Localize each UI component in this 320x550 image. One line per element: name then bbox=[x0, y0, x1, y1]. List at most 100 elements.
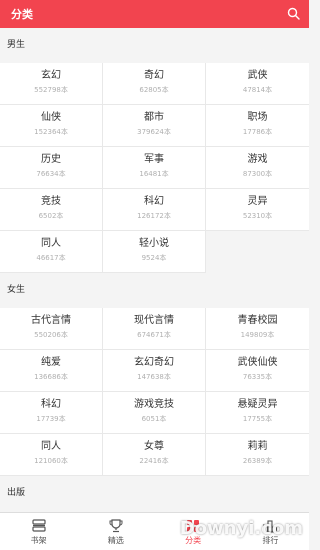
book-count: 9524本 bbox=[141, 254, 167, 262]
category-name: 同人 bbox=[41, 238, 61, 249]
book-count: 136686本 bbox=[34, 373, 68, 381]
book-count: 152364本 bbox=[34, 128, 68, 136]
bookshelf-icon bbox=[32, 519, 46, 532]
book-count: 126172本 bbox=[137, 212, 171, 220]
book-count: 76335本 bbox=[242, 373, 273, 381]
book-count: 76634本 bbox=[36, 170, 66, 178]
book-count: 550206本 bbox=[34, 331, 68, 339]
category-item[interactable]: 职场 17786本 bbox=[206, 105, 309, 147]
book-count: 17739本 bbox=[36, 415, 66, 423]
category-name: 科幻 bbox=[144, 196, 164, 207]
book-count: 26389本 bbox=[242, 457, 273, 465]
category-name: 游戏竞技 bbox=[134, 399, 174, 410]
category-item[interactable]: 纯爱 136686本 bbox=[0, 350, 103, 392]
category-name: 青春校园 bbox=[237, 315, 278, 326]
category-name: 武侠仙侠 bbox=[237, 357, 278, 368]
category-list[interactable]: 男生玄幻 552798本 奇幻 62805本 武侠 47814本仙侠 152364本 都市 37… bbox=[0, 28, 309, 512]
section-title: 女生 bbox=[0, 273, 309, 308]
category-name: 奇幻 bbox=[144, 70, 164, 81]
category-name: 游戏 bbox=[247, 154, 268, 165]
category-name: 莉莉 bbox=[247, 441, 268, 452]
category-item[interactable]: 奇幻 62805本 bbox=[103, 63, 206, 105]
book-count: 87300本 bbox=[242, 170, 273, 178]
book-count: 17786本 bbox=[242, 128, 273, 136]
category-name: 轻小说 bbox=[139, 238, 169, 249]
tab-label: 分类 bbox=[185, 536, 202, 545]
book-count: 121060本 bbox=[34, 457, 68, 465]
category-item[interactable]: 女尊 22416本 bbox=[103, 434, 206, 476]
category-item[interactable]: 悬疑灵异 17755本 bbox=[206, 392, 309, 434]
tab-label: 书架 bbox=[30, 536, 47, 545]
trophy-icon bbox=[109, 519, 123, 533]
ranking-icon bbox=[263, 520, 278, 533]
category-item[interactable]: 武侠仙侠 76335本 bbox=[206, 350, 309, 392]
category-item[interactable]: 灵异 52310本 bbox=[206, 189, 309, 231]
book-count: 379624本 bbox=[137, 128, 171, 136]
tab-featured[interactable]: 精选 bbox=[77, 513, 154, 550]
category-icon bbox=[187, 520, 200, 532]
book-count: 22416本 bbox=[139, 457, 169, 465]
category-grid: 玄幻 552798本 奇幻 62805本 武侠 47814本仙侠 152364本 都市 3796… bbox=[0, 63, 309, 273]
category-item[interactable]: 同人 121060本 bbox=[0, 434, 103, 476]
category-name: 武侠 bbox=[247, 70, 268, 81]
category-name: 历史 bbox=[41, 154, 61, 165]
category-item[interactable]: 竞技 6502本 bbox=[0, 189, 103, 231]
app-header: 分类 bbox=[0, 0, 309, 28]
category-item[interactable]: 科幻 126172本 bbox=[103, 189, 206, 231]
category-name: 仙侠 bbox=[41, 112, 61, 123]
category-name: 玄幻奇幻 bbox=[134, 357, 174, 368]
section-title: 男生 bbox=[0, 28, 309, 63]
category-item[interactable]: 游戏竞技 6051本 bbox=[103, 392, 206, 434]
category-name: 古代言情 bbox=[31, 315, 71, 326]
category-item[interactable]: 玄幻奇幻 147638本 bbox=[103, 350, 206, 392]
book-count: 46617本 bbox=[36, 254, 66, 262]
category-item[interactable]: 武侠 47814本 bbox=[206, 63, 309, 105]
tab-bookshelf[interactable]: 书架 bbox=[0, 513, 77, 550]
book-count: 552798本 bbox=[34, 86, 68, 94]
tab-ranking[interactable]: 排行 bbox=[232, 513, 309, 550]
section-title: 出版 bbox=[0, 476, 309, 511]
category-name: 纯爱 bbox=[41, 357, 61, 368]
book-count: 6051本 bbox=[141, 415, 167, 423]
category-name: 科幻 bbox=[41, 399, 61, 410]
category-item[interactable]: 青春校园 149809本 bbox=[206, 308, 309, 350]
category-name: 玄幻 bbox=[41, 70, 61, 81]
search-icon[interactable] bbox=[287, 7, 300, 20]
book-count: 62805本 bbox=[139, 86, 169, 94]
category-item[interactable]: 现代言情 674671本 bbox=[103, 308, 206, 350]
book-count: 52310本 bbox=[242, 212, 273, 220]
category-item[interactable]: 游戏 87300本 bbox=[206, 147, 309, 189]
category-name: 同人 bbox=[41, 441, 61, 452]
category-item[interactable]: 科幻 17739本 bbox=[0, 392, 103, 434]
category-name: 都市 bbox=[144, 112, 164, 123]
tab-label: 排行 bbox=[262, 536, 279, 545]
book-count: 147638本 bbox=[137, 373, 171, 381]
category-name: 悬疑灵异 bbox=[237, 399, 278, 410]
category-item[interactable]: 都市 379624本 bbox=[103, 105, 206, 147]
category-item[interactable]: 仙侠 152364本 bbox=[0, 105, 103, 147]
book-count: 149809本 bbox=[240, 331, 275, 339]
category-item[interactable]: 军事 16481本 bbox=[103, 147, 206, 189]
category-name: 竞技 bbox=[41, 196, 61, 207]
category-item[interactable]: 轻小说 9524本 bbox=[103, 231, 206, 273]
page-title: 分类 bbox=[11, 8, 33, 21]
bottom-tab-bar: 书架 精选 分类 排行 bbox=[0, 512, 309, 550]
book-count: 17755本 bbox=[242, 415, 273, 423]
category-item[interactable]: 同人 46617本 bbox=[0, 231, 103, 273]
tab-label: 精选 bbox=[107, 536, 124, 545]
category-name: 现代言情 bbox=[134, 315, 174, 326]
category-item[interactable]: 历史 76634本 bbox=[0, 147, 103, 189]
book-count: 6502本 bbox=[38, 212, 64, 220]
tab-category[interactable]: 分类 bbox=[155, 513, 232, 550]
category-item[interactable]: 玄幻 552798本 bbox=[0, 63, 103, 105]
book-count: 674671本 bbox=[137, 331, 171, 339]
category-grid: 古代言情 550206本 现代言情 674671本 青春校园 149809本纯爱 13668… bbox=[0, 308, 309, 476]
category-name: 女尊 bbox=[144, 441, 164, 452]
category-item[interactable]: 古代言情 550206本 bbox=[0, 308, 103, 350]
category-item[interactable]: 莉莉 26389本 bbox=[206, 434, 309, 476]
category-name: 灵异 bbox=[247, 196, 268, 207]
book-count: 47814本 bbox=[242, 86, 273, 94]
book-count: 16481本 bbox=[139, 170, 169, 178]
category-name: 军事 bbox=[144, 154, 164, 165]
empty-cell bbox=[206, 231, 309, 273]
